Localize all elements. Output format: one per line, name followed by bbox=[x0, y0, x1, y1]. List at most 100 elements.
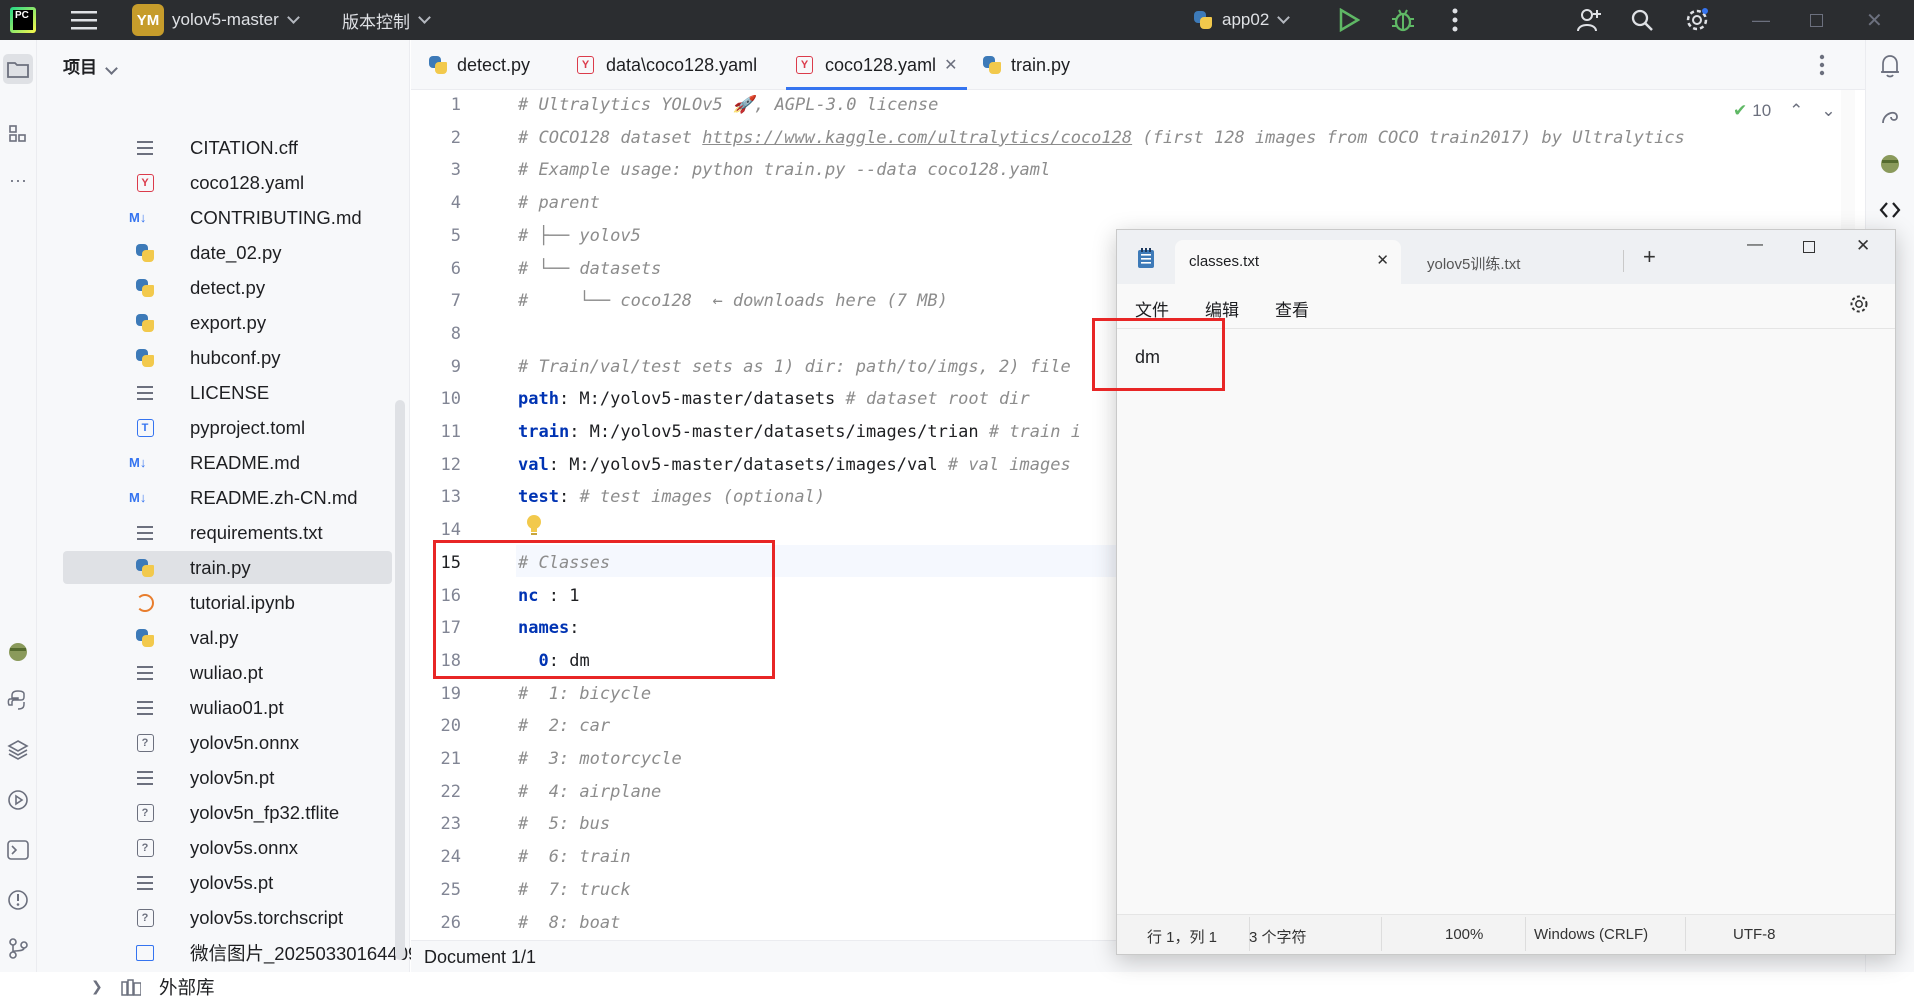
code-line[interactable]: # 7: truck bbox=[518, 880, 631, 900]
code-line[interactable]: # 5: bus bbox=[518, 814, 610, 834]
terminal-icon[interactable] bbox=[6, 838, 30, 862]
ai-assistant-icon[interactable] bbox=[1878, 104, 1902, 128]
notepad-tab-classes[interactable]: classes.txt ✕ bbox=[1175, 240, 1401, 284]
tree-item[interactable]: tutorial.ipynb bbox=[63, 586, 392, 619]
maximize-icon[interactable] bbox=[1810, 0, 1823, 40]
maximize-icon[interactable] bbox=[1803, 241, 1815, 253]
code-line[interactable]: # └── datasets bbox=[518, 259, 661, 279]
tree-item[interactable]: M↓ README.md bbox=[63, 446, 392, 479]
menu-view[interactable]: 查看 bbox=[1275, 296, 1309, 321]
tree-item[interactable]: detect.py bbox=[63, 271, 392, 304]
code-line[interactable]: # 6: train bbox=[518, 847, 631, 867]
run-button[interactable] bbox=[1338, 0, 1360, 40]
tree-item[interactable]: Tpyproject.toml bbox=[63, 411, 392, 444]
tree-item[interactable]: wuliao01.pt bbox=[63, 691, 392, 724]
tree-item[interactable]: CITATION.cff bbox=[63, 131, 392, 164]
notepad-tab-yolov5[interactable]: yolov5训练.txt bbox=[1411, 240, 1621, 284]
code-line[interactable]: val: M:/yolov5-master/datasets/images/va… bbox=[518, 455, 1071, 475]
code-token: # 5: bus bbox=[518, 814, 611, 835]
tree-item[interactable]: requirements.txt bbox=[63, 516, 392, 549]
code-line[interactable]: # parent bbox=[518, 193, 600, 213]
tree-item[interactable]: train.py bbox=[63, 551, 392, 584]
tree-item[interactable]: ? yolov5s.torchscript bbox=[63, 901, 392, 934]
code-line[interactable]: # Example usage: python train.py --data … bbox=[518, 160, 1050, 180]
python-console-icon[interactable] bbox=[6, 688, 30, 712]
code-line[interactable]: train: M:/yolov5-master/datasets/images/… bbox=[518, 422, 1081, 442]
code-token: test bbox=[518, 487, 559, 508]
close-icon[interactable]: ✕ bbox=[1856, 236, 1870, 256]
vcs-menu[interactable]: 版本控制 bbox=[342, 0, 431, 40]
problems-icon[interactable] bbox=[6, 888, 30, 912]
tree-item[interactable]: ? yolov5n.onnx bbox=[63, 726, 392, 759]
tree-item[interactable]: val.py bbox=[63, 621, 392, 654]
project-scrollbar[interactable] bbox=[395, 400, 405, 960]
chevron-up-icon[interactable]: ⌃ bbox=[1789, 101, 1803, 121]
lightbulb-icon[interactable] bbox=[525, 514, 543, 543]
code-line[interactable]: path: M:/yolov5-master/datasets # datase… bbox=[518, 389, 1030, 409]
main-menu-icon[interactable] bbox=[70, 0, 98, 40]
code-line[interactable]: # Train/val/test sets as 1) dir: path/to… bbox=[518, 357, 1071, 377]
code-line[interactable]: # COCO128 dataset https://www.kaggle.com… bbox=[518, 128, 1685, 148]
minimize-icon[interactable]: — bbox=[1752, 0, 1770, 40]
code-line[interactable]: # 1: bicycle bbox=[518, 684, 651, 704]
external-libraries[interactable]: ❯ 外部库 bbox=[63, 970, 429, 1003]
run-config-selector[interactable]: app02 bbox=[1194, 0, 1291, 40]
debug-button[interactable] bbox=[1390, 0, 1416, 40]
code-with-me-icon[interactable] bbox=[1878, 198, 1902, 222]
layers-icon[interactable] bbox=[6, 738, 30, 762]
code-line[interactable]: test: # test images (optional) bbox=[518, 487, 825, 507]
tab-options-icon[interactable] bbox=[1819, 40, 1825, 90]
tree-item[interactable]: M↓ README.zh-CN.md bbox=[63, 481, 392, 514]
tree-item[interactable]: wuliao.pt bbox=[63, 656, 392, 689]
git-icon[interactable] bbox=[6, 936, 30, 960]
code-line[interactable]: # 2: car bbox=[518, 716, 610, 736]
close-tab-icon[interactable]: ✕ bbox=[944, 55, 957, 75]
project-tool-icon[interactable] bbox=[3, 54, 33, 84]
new-tab-icon[interactable]: + bbox=[1643, 244, 1656, 270]
code-line[interactable]: # 3: motorcycle bbox=[518, 749, 682, 769]
code-line[interactable]: # Ultralytics YOLOv5 🚀, AGPL-3.0 license bbox=[518, 95, 938, 115]
tree-item[interactable]: ? yolov5n_fp32.tflite bbox=[63, 796, 392, 829]
project-badge[interactable]: YM bbox=[132, 4, 164, 36]
structure-tool-icon[interactable] bbox=[6, 122, 30, 146]
tree-item[interactable]: yolov5n.pt bbox=[63, 761, 392, 794]
close-icon[interactable]: ✕ bbox=[1866, 0, 1883, 40]
add-user-icon[interactable] bbox=[1576, 0, 1602, 40]
tree-item[interactable]: ? yolov5s.onnx bbox=[63, 831, 392, 864]
line-number: 26 bbox=[440, 912, 461, 933]
search-icon[interactable] bbox=[1630, 0, 1654, 40]
tree-item[interactable]: export.py bbox=[63, 306, 392, 339]
code-line[interactable]: # └── coco128 ← downloads here (7 MB) bbox=[518, 291, 948, 311]
avatar-plugin-icon[interactable] bbox=[1878, 152, 1902, 176]
tree-item[interactable]: LICENSE bbox=[63, 376, 392, 409]
chevron-down-icon[interactable]: ⌄ bbox=[1821, 101, 1835, 121]
more-actions-icon[interactable] bbox=[1452, 0, 1458, 40]
tree-item[interactable]: yolov5s.pt bbox=[63, 866, 392, 899]
tab-train-py[interactable]: train.py bbox=[973, 40, 1080, 90]
notepad-text-area[interactable]: dm bbox=[1117, 328, 1895, 914]
avatar-plugin-icon[interactable] bbox=[6, 640, 30, 664]
close-tab-icon[interactable]: ✕ bbox=[1376, 251, 1389, 269]
minimize-icon[interactable]: — bbox=[1747, 236, 1763, 254]
code-line[interactable]: # 4: airplane bbox=[518, 782, 661, 802]
tree-item[interactable]: Ycoco128.yaml bbox=[63, 166, 392, 199]
settings-icon[interactable] bbox=[1684, 0, 1710, 40]
code-line[interactable]: # ├── yolov5 bbox=[518, 226, 641, 246]
tree-item[interactable]: 微信图片_20250330164409.jpg bbox=[63, 936, 448, 969]
line-number: 12 bbox=[440, 454, 461, 475]
inspection-widget[interactable]: ✔ 10 ⌃ ⌄ bbox=[1733, 101, 1836, 121]
notifications-icon[interactable] bbox=[1878, 54, 1902, 78]
services-icon[interactable] bbox=[6, 788, 30, 812]
settings-icon[interactable] bbox=[1849, 294, 1869, 319]
tab-detect-py[interactable]: detect.py bbox=[419, 40, 540, 90]
tree-item[interactable]: hubconf.py bbox=[63, 341, 392, 374]
project-panel-header[interactable]: 项目 bbox=[63, 53, 118, 78]
tree-item[interactable]: M↓ CONTRIBUTING.md bbox=[63, 201, 392, 234]
more-tools-icon[interactable]: ··· bbox=[6, 168, 30, 192]
code-line[interactable]: # 8: boat bbox=[518, 913, 620, 933]
project-switcher[interactable]: yolov5-master bbox=[172, 0, 300, 40]
tree-item[interactable]: date_02.py bbox=[63, 236, 392, 269]
code-token: # dataset root dir bbox=[845, 389, 1030, 410]
tab-data-coco128-yaml[interactable]: Ydata\coco128.yaml bbox=[567, 40, 767, 90]
tab-coco128-yaml[interactable]: Ycoco128.yaml ✕ bbox=[786, 40, 968, 90]
